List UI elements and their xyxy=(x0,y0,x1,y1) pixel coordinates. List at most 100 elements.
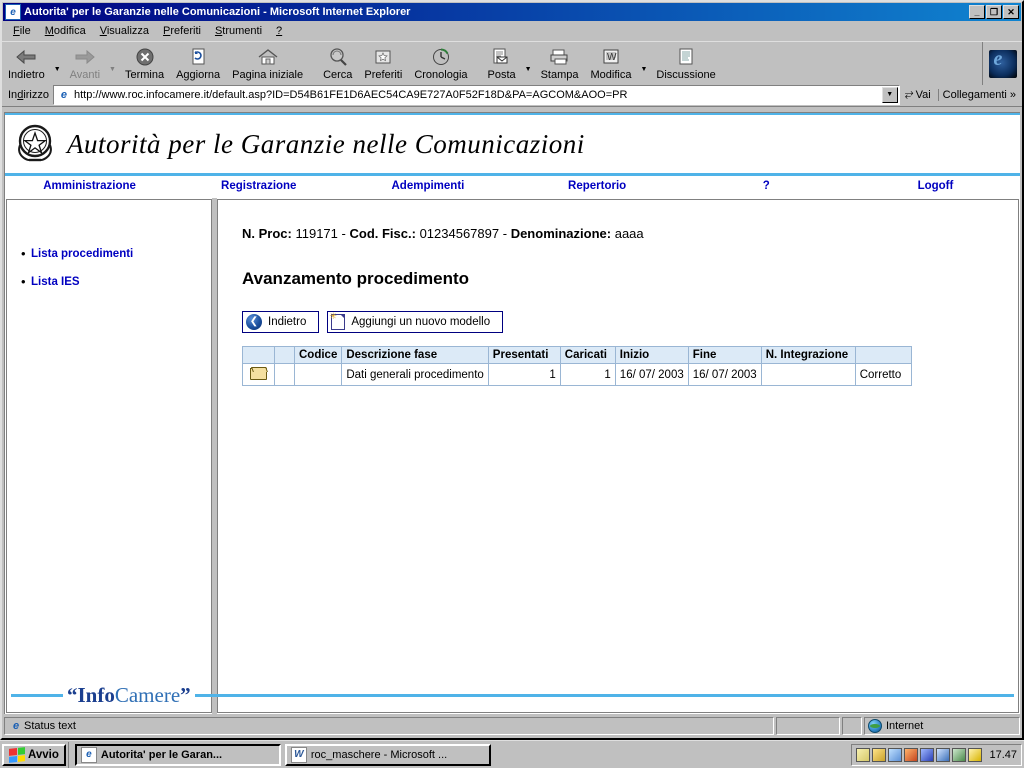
toolbar-button-discussion[interactable]: Discussione xyxy=(650,44,721,81)
menu-file[interactable]: File xyxy=(6,23,38,39)
svg-text:W: W xyxy=(607,52,617,63)
col-descrizione-fase: Descrizione fase xyxy=(341,346,489,364)
pencil-icon[interactable] xyxy=(872,747,887,762)
label-n-proc: N. Proc: xyxy=(242,226,292,241)
menu-bar: File Modifica Visualizza Preferiti Strum… xyxy=(2,21,1022,41)
sidebar-item-lista-procedimenti[interactable]: • Lista procedimenti xyxy=(21,246,211,261)
row-open-button[interactable] xyxy=(242,363,275,386)
toolbar-button-refresh[interactable]: Aggiorna xyxy=(170,44,226,81)
back-circle-icon: ❮ xyxy=(246,314,262,330)
toolbar-label-refresh: Aggiorna xyxy=(176,69,221,81)
back-dropdown-icon[interactable]: ▼ xyxy=(51,66,64,73)
toolbar-button-favorites[interactable]: Preferiti xyxy=(358,44,408,81)
col-codice: Codice xyxy=(293,346,343,364)
back-button[interactable]: ❮ Indietro xyxy=(242,311,320,333)
menu-help[interactable]: ? xyxy=(269,23,289,39)
toolbar-label-home: Pagina iniziale xyxy=(232,69,304,81)
back-button-label: Indietro xyxy=(268,316,307,328)
page-document: Autorità per le Garanzie nelle Comunicaz… xyxy=(4,112,1020,714)
ie-document-icon: e xyxy=(5,4,21,20)
taskbar-separator xyxy=(67,741,69,768)
lightbulb-icon[interactable] xyxy=(968,747,983,762)
word-icon: W xyxy=(290,746,307,763)
menu-visualizza[interactable]: Visualizza xyxy=(93,23,156,39)
go-button[interactable]: ⥂ Vai xyxy=(900,88,936,101)
nav-item-amministrazione[interactable]: Amministrazione xyxy=(5,180,174,192)
toolbar-button-search[interactable]: Cerca xyxy=(317,44,358,81)
display-icon[interactable] xyxy=(888,747,903,762)
start-button[interactable]: Avvio xyxy=(2,743,66,766)
toolbar-label-mail: Posta xyxy=(487,69,516,81)
footer-rule-right xyxy=(194,694,1014,697)
menu-preferiti[interactable]: Preferiti xyxy=(156,23,208,39)
cell-inizio: 16/ 07/ 2003 xyxy=(614,363,689,386)
sidebar-list: • Lista procedimenti • Lista IES xyxy=(7,246,211,288)
cell-integrazione xyxy=(760,363,856,386)
forward-dropdown-icon[interactable]: ▼ xyxy=(106,66,119,73)
refresh-icon xyxy=(188,46,208,68)
cell-descrizione: Dati generali procedimento xyxy=(341,363,489,386)
nav-item-registrazione[interactable]: Registrazione xyxy=(174,180,343,192)
system-tray: 17.47 xyxy=(851,743,1022,766)
new-document-icon xyxy=(329,311,346,330)
security-zone-pane[interactable]: Internet xyxy=(864,717,1020,735)
cell-stato: Corretto xyxy=(854,363,912,386)
toolbar-button-home[interactable]: Pagina iniziale xyxy=(226,44,309,81)
tools-icon[interactable] xyxy=(936,747,951,762)
toolbar-button-print[interactable]: Stampa xyxy=(535,44,585,81)
back-arrow-icon xyxy=(14,46,38,68)
mail-icon xyxy=(491,46,513,68)
ie-page-icon: e xyxy=(12,720,20,732)
address-url-text: http://www.roc.infocamere.it/default.asp… xyxy=(73,88,628,101)
links-button[interactable]: Collegamenti » xyxy=(937,88,1020,101)
monitor-icon[interactable] xyxy=(904,747,919,762)
toolbar-label-stop: Termina xyxy=(124,69,165,81)
action-button-row: ❮ Indietro Aggiungi un nuovo modello xyxy=(242,311,1018,333)
sidebar-item-lista-ies[interactable]: • Lista IES xyxy=(21,275,211,288)
edit-dropdown-icon[interactable]: ▼ xyxy=(637,66,650,73)
security-icon[interactable] xyxy=(952,747,967,762)
content-frame: N. Proc: 119171 - Cod. Fisc.: 0123456789… xyxy=(217,199,1019,713)
volume-icon[interactable] xyxy=(856,747,871,762)
taskbar-item-word[interactable]: W roc_maschere - Microsoft ... xyxy=(284,743,491,766)
minimize-button[interactable]: _ xyxy=(969,5,985,19)
mail-dropdown-icon[interactable]: ▼ xyxy=(522,66,535,73)
taskbar-item-ie[interactable]: e Autorita' per le Garan... xyxy=(74,743,281,766)
table-row[interactable]: Dati generali procedimento 1 1 16/ 07/ 2… xyxy=(242,363,912,386)
toolbar-button-back[interactable]: Indietro xyxy=(2,44,51,81)
clock[interactable]: 17.47 xyxy=(989,749,1017,761)
start-label: Avvio xyxy=(28,748,59,761)
menu-modifica[interactable]: Modifica xyxy=(38,23,93,39)
maximize-button[interactable]: ❐ xyxy=(986,5,1002,19)
nav-item-adempimenti[interactable]: Adempimenti xyxy=(343,180,512,192)
toolbar-button-edit[interactable]: W Modifica xyxy=(585,44,638,81)
toolbar-button-forward[interactable]: Avanti xyxy=(64,44,106,81)
add-new-model-button[interactable]: Aggiungi un nuovo modello xyxy=(327,311,504,333)
chevron-down-icon[interactable]: ▼ xyxy=(881,86,898,103)
globe-icon xyxy=(868,719,882,733)
sidebar-item-label: Lista procedimenti xyxy=(31,248,134,260)
bullet-icon: • xyxy=(21,246,26,261)
site-banner: Autorità per le Garanzie nelle Comunicaz… xyxy=(5,113,1020,173)
edit-icon: W xyxy=(601,46,621,68)
close-button[interactable]: ✕ xyxy=(1003,5,1019,19)
funnel-icon[interactable] xyxy=(920,747,935,762)
page-footer: “InfoCamere” xyxy=(5,683,1020,708)
discussion-icon xyxy=(676,46,696,68)
status-text: Status text xyxy=(24,720,76,732)
toolbar-button-stop[interactable]: Termina xyxy=(119,44,170,81)
nav-item-help[interactable]: ? xyxy=(682,180,851,192)
print-icon xyxy=(549,46,571,68)
menu-strumenti[interactable]: Strumenti xyxy=(208,23,269,39)
nav-item-repertorio[interactable]: Repertorio xyxy=(513,180,682,192)
address-input[interactable]: e http://www.roc.infocamere.it/default.a… xyxy=(52,84,900,105)
status-text-pane: e Status text xyxy=(4,717,774,735)
toolbar-button-mail[interactable]: Posta xyxy=(482,44,522,81)
infocamere-logo: “InfoCamere” xyxy=(67,683,191,708)
address-label: Indirizzo xyxy=(8,88,49,101)
address-bar: Indirizzo e http://www.roc.infocamere.it… xyxy=(2,84,1022,107)
toolbar-button-history[interactable]: Cronologia xyxy=(408,44,473,81)
home-icon xyxy=(257,46,279,68)
nav-item-logoff[interactable]: Logoff xyxy=(851,180,1020,192)
separator-1: - xyxy=(341,226,346,241)
